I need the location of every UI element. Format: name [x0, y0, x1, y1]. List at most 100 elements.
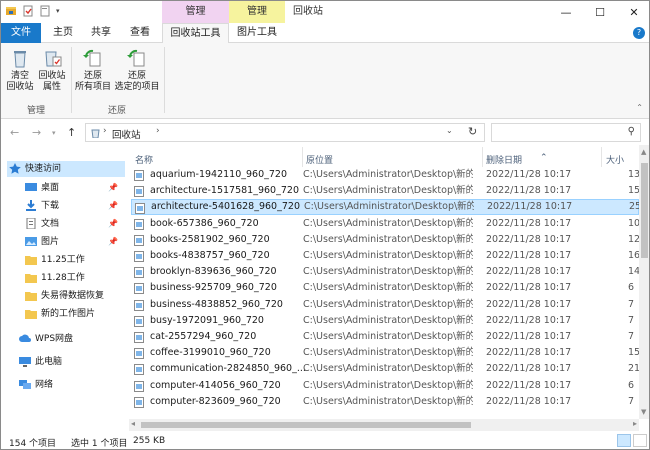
column-header-name[interactable]: 名称 — [135, 153, 153, 166]
nav-item-documents[interactable]: 文档 — [25, 216, 59, 232]
scroll-down-icon[interactable]: ▼ — [641, 408, 646, 416]
sort-ascending-icon: ⌃ — [540, 153, 548, 163]
nav-item-folder-recovery[interactable]: 失易得数据恢复 — [25, 288, 104, 304]
file-name: coffee-3199010_960_720 — [150, 347, 271, 359]
restore-all-button[interactable]: 还原 所有项目 — [73, 45, 113, 93]
pin-icon[interactable]: 📌 — [108, 201, 118, 210]
context-tab-manage-picture[interactable]: 管理 — [229, 1, 285, 23]
column-header-date-deleted[interactable]: 删除日期 — [486, 153, 522, 166]
address-bar[interactable]: › 回收站 › ⌄ ↻ — [85, 123, 485, 142]
breadcrumb-recycle-bin[interactable]: 回收站 — [112, 127, 141, 141]
context-tab-manage-recycle[interactable]: 管理 — [162, 1, 229, 23]
search-input[interactable]: ⚲ — [491, 123, 641, 142]
image-file-icon — [134, 218, 144, 230]
group-label-restore: 还原 — [107, 106, 126, 116]
file-original-location: C:\Users\Administrator\Desktop\新的... — [303, 185, 473, 197]
maximize-button[interactable]: ☐ — [583, 1, 617, 23]
horizontal-scroll-thumb[interactable] — [141, 422, 471, 428]
breadcrumb-chevron-icon[interactable]: › — [103, 126, 107, 136]
nav-item-pictures[interactable]: 图片 — [25, 234, 59, 250]
table-row[interactable]: aquarium-1942110_960_720 C:\Users\Adminis… — [131, 167, 639, 183]
table-row[interactable]: computer-414056_960_720 C:\Users\Administ… — [131, 378, 639, 394]
properties-icon[interactable] — [22, 5, 34, 17]
column-divider[interactable] — [601, 147, 602, 167]
nav-item-desktop[interactable]: 桌面 — [25, 180, 59, 196]
breadcrumb-chevron-icon[interactable]: › — [156, 126, 160, 136]
nav-item-label: 文档 — [41, 219, 60, 229]
table-row[interactable]: architecture-1517581_960_720 C:\Users\Adm… — [131, 183, 639, 199]
tab-view[interactable]: 查看 — [121, 23, 159, 43]
title-bar: ▾ 管理 管理 回收站 — ☐ ✕ — [1, 1, 649, 23]
nav-item-downloads[interactable]: 下载 — [25, 198, 59, 214]
explorer-app-icon[interactable] — [5, 5, 17, 17]
nav-item-network[interactable]: 网络 — [19, 377, 53, 393]
back-button[interactable]: ← — [10, 126, 19, 139]
address-dropdown-icon[interactable]: ⌄ — [446, 126, 453, 135]
forward-button[interactable]: → — [32, 126, 41, 139]
pin-icon[interactable]: 📌 — [108, 237, 118, 246]
column-divider[interactable] — [482, 147, 483, 167]
pin-icon[interactable]: 📌 — [108, 183, 118, 192]
table-row[interactable]: computer-823609_960_720 C:\Users\Administ… — [131, 394, 639, 410]
tab-recycle-bin-tools[interactable]: 回收站工具 — [162, 23, 229, 44]
recent-locations-icon[interactable]: ▾ — [52, 129, 56, 137]
empty-label-2: 回收站 — [6, 82, 34, 92]
close-button[interactable]: ✕ — [617, 1, 649, 23]
file-date-deleted: 2022/11/28 10:17 — [486, 363, 572, 375]
vertical-scrollbar[interactable]: ▲ ▼ — [639, 145, 649, 419]
nav-item-label: 下载 — [41, 201, 60, 211]
scroll-right-icon[interactable]: ▸ — [633, 419, 637, 428]
table-row[interactable]: brooklyn-839636_960_720 C:\Users\Administ… — [131, 264, 639, 280]
nav-item-folder-1125[interactable]: 11.25工作 — [25, 252, 85, 268]
table-row[interactable]: business-4838852_960_720 C:\Users\Adminis… — [131, 297, 639, 313]
table-row[interactable]: coffee-3199010_960_720 C:\Users\Administr… — [131, 345, 639, 361]
tab-home[interactable]: 主页 — [45, 23, 81, 43]
column-divider[interactable] — [302, 147, 303, 167]
table-row[interactable]: busy-1972091_960_720 C:\Users\Administrat… — [131, 313, 639, 329]
nav-item-wps[interactable]: WPS网盘 — [19, 331, 73, 347]
column-header-location[interactable]: 原位置 — [306, 153, 333, 166]
table-row[interactable]: books-4838757_960_720 C:\Users\Administra… — [131, 248, 639, 264]
file-original-location: C:\Users\Administrator\Desktop\新的... — [303, 331, 473, 342]
file-original-location: C:\Users\Administrator\Desktop\新的... — [303, 233, 473, 245]
scroll-up-icon[interactable]: ▲ — [641, 148, 646, 156]
nav-item-label: 桌面 — [41, 183, 60, 193]
table-row[interactable]: communication-2824850_960_... C:\Users\Ad… — [131, 361, 639, 377]
vertical-scroll-thumb[interactable] — [641, 163, 648, 258]
image-file-icon — [134, 396, 144, 408]
table-row[interactable]: architecture-5401628_960_720 C:\Users\Adm… — [131, 199, 639, 216]
restore-all-icon — [83, 49, 101, 67]
new-folder-icon[interactable] — [39, 5, 51, 17]
restore-selected-button[interactable]: 还原 选定的项目 — [113, 45, 161, 93]
table-row[interactable]: books-2581902_960_720 C:\Users\Administra… — [131, 232, 639, 248]
collapse-ribbon-icon[interactable]: ⌃ — [636, 103, 643, 112]
file-size: 6 — [628, 282, 635, 294]
column-header-size[interactable]: 大小 — [606, 153, 624, 166]
file-date-deleted: 2022/11/28 10:17 — [486, 282, 572, 294]
tab-share[interactable]: 共享 — [83, 23, 119, 43]
pin-icon[interactable]: 📌 — [108, 219, 118, 228]
image-file-icon — [134, 299, 144, 311]
empty-recycle-bin-button[interactable]: 清空 回收站 — [5, 45, 35, 93]
nav-quick-access[interactable]: 快速访问 — [7, 161, 125, 177]
nav-item-folder-1128[interactable]: 11.28工作 — [25, 270, 85, 286]
up-button[interactable]: ↑ — [67, 126, 76, 139]
details-view-icon[interactable] — [617, 434, 631, 447]
file-original-location: C:\Users\Administrator\Desktop\新的... — [303, 363, 473, 375]
qat-dropdown-icon[interactable]: ▾ — [56, 7, 60, 15]
file-date-deleted: 2022/11/28 10:17 — [486, 217, 572, 229]
table-row[interactable]: book-657386_960_720 C:\Users\Administrato… — [131, 216, 639, 232]
tab-picture-tools[interactable]: 图片工具 — [229, 23, 285, 43]
nav-item-folder-new-pictures[interactable]: 新的工作图片 — [25, 306, 95, 322]
refresh-icon[interactable]: ↻ — [468, 125, 477, 138]
nav-item-this-pc[interactable]: 此电脑 — [19, 354, 62, 370]
tab-file[interactable]: 文件 — [1, 23, 41, 43]
minimize-button[interactable]: — — [549, 1, 583, 23]
help-icon[interactable]: ? — [633, 27, 645, 39]
recycle-bin-properties-button[interactable]: 回收站 属性 — [37, 45, 67, 93]
table-row[interactable]: cat-2557294_960_720 C:\Users\Administrato… — [131, 329, 639, 345]
horizontal-scrollbar[interactable]: ◂ ▸ — [129, 419, 639, 431]
large-icons-view-icon[interactable] — [633, 434, 647, 447]
scroll-left-icon[interactable]: ◂ — [131, 419, 135, 428]
table-row[interactable]: business-925709_960_720 C:\Users\Administ… — [131, 280, 639, 296]
